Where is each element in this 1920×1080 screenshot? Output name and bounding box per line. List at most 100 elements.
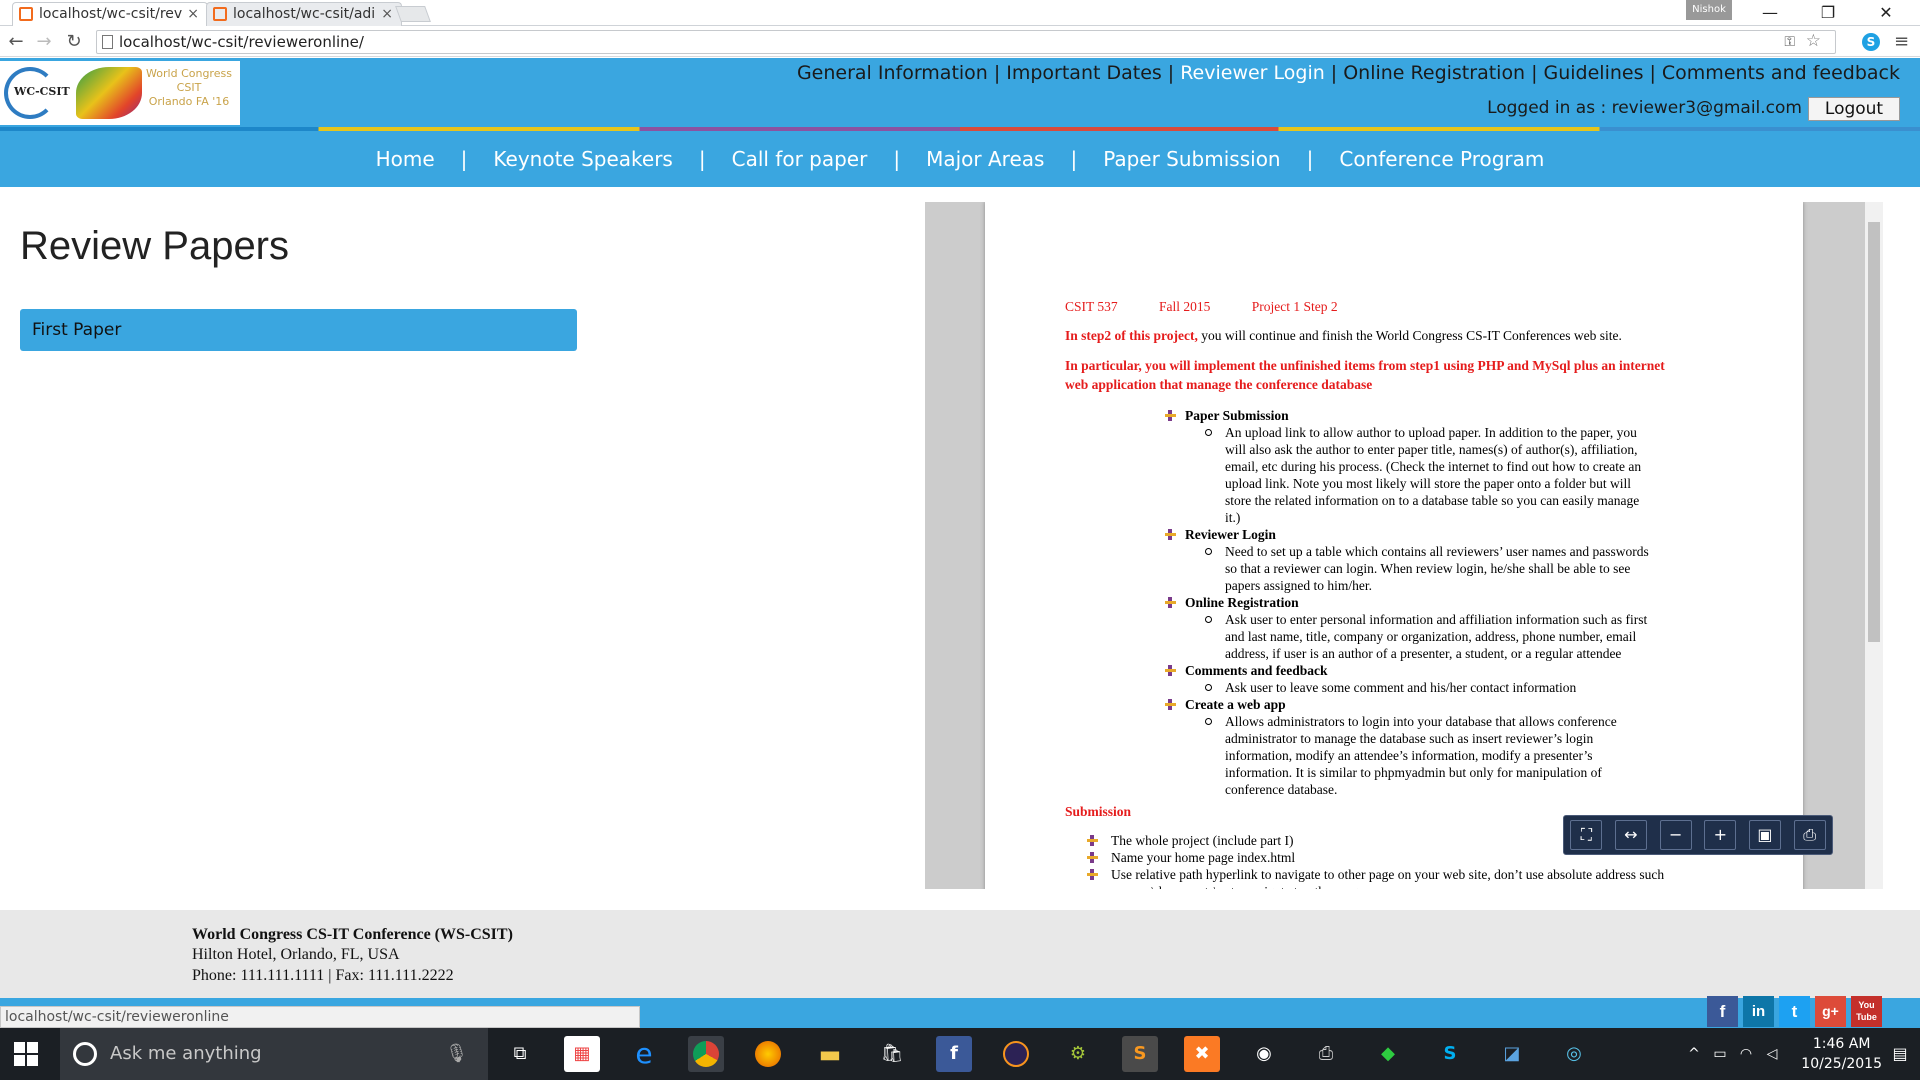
pdf-item-line: will also ask the author to enter paper … xyxy=(1225,442,1638,457)
tab-close-icon[interactable]: × xyxy=(381,3,393,25)
browser-tab-active[interactable]: localhost/wc-csit/rev × xyxy=(12,2,208,26)
key-icon[interactable]: ⚿ xyxy=(1784,31,1795,53)
printer-app-icon[interactable]: ⎙ xyxy=(1308,1036,1344,1072)
minimize-icon[interactable]: — xyxy=(1748,2,1792,24)
close-window-icon[interactable]: ✕ xyxy=(1864,2,1908,24)
pdf-sub-bullet-icon xyxy=(1205,718,1212,725)
pdf-bullet-icon xyxy=(1165,410,1176,421)
eclipse-icon[interactable] xyxy=(998,1036,1034,1072)
restore-icon[interactable]: ❐ xyxy=(1806,2,1850,24)
nav-paper-submission[interactable]: Paper Submission xyxy=(1103,147,1280,171)
browser-tab[interactable]: localhost/wc-csit/adi × xyxy=(206,2,402,26)
pdf-scrollbar-thumb[interactable] xyxy=(1868,222,1880,642)
logo-abbr: WC-CSIT xyxy=(14,85,70,98)
feedly-icon[interactable]: ◆ xyxy=(1370,1036,1406,1072)
skype-icon[interactable]: S xyxy=(1432,1036,1468,1072)
pdf-item-line: and last name, title, company or organiz… xyxy=(1225,629,1637,644)
windows-taskbar: Ask me anything 🎙 ⧉ ▦ e ▬ 🛍 f ⚙ S ✖ ◉ ⎙ … xyxy=(0,1028,1920,1080)
facebook-icon[interactable]: f xyxy=(1707,996,1738,1027)
firefox-icon[interactable] xyxy=(750,1036,786,1072)
google-plus-icon[interactable]: g+ xyxy=(1815,996,1846,1027)
site-logo[interactable]: WC-CSIT World Congress CSIT Orlando FA '… xyxy=(0,61,240,125)
edge-browser-icon[interactable]: e xyxy=(626,1036,662,1072)
pdf-particular-line: In particular, you will implement the un… xyxy=(1065,358,1665,373)
linkedin-icon[interactable]: in xyxy=(1743,996,1774,1027)
nav-separator: | xyxy=(1306,147,1314,171)
pdf-bullet-icon xyxy=(1165,699,1176,710)
paper-list-item[interactable]: First Paper xyxy=(20,309,577,351)
profile-button[interactable]: Nishok xyxy=(1686,0,1732,20)
pdf-bullet-icon xyxy=(1165,597,1176,608)
nav-reviewer-login[interactable]: Reviewer Login xyxy=(1180,62,1325,84)
microphone-icon[interactable]: 🎙 xyxy=(445,1028,468,1080)
tab-title: localhost/wc-csit/adi xyxy=(233,6,376,22)
save-icon[interactable]: ▣ xyxy=(1748,820,1781,850)
nav-call-for-paper[interactable]: Call for paper xyxy=(732,147,868,171)
android-studio-icon[interactable]: ⚙ xyxy=(1060,1036,1096,1072)
fit-width-icon[interactable]: ↔ xyxy=(1614,820,1647,850)
new-tab-button[interactable] xyxy=(395,6,431,22)
logo-line: World Congress xyxy=(146,67,232,80)
chrome-icon[interactable] xyxy=(688,1036,724,1072)
pdf-item-line: so that a reviewer can login. When revie… xyxy=(1225,561,1631,576)
pdf-sub-bullet-icon xyxy=(1205,684,1212,691)
app-grid-icon[interactable]: ▦ xyxy=(564,1036,600,1072)
youtube-icon[interactable]: You Tube xyxy=(1851,996,1882,1027)
pdf-item-title: Comments and feedback xyxy=(1185,663,1328,678)
skype-extension-icon[interactable]: S xyxy=(1862,33,1880,51)
pdf-intro: In step2 of this project, you will conti… xyxy=(1065,327,1622,344)
fit-page-icon[interactable]: ⛶ xyxy=(1570,820,1603,850)
nav-separator: | xyxy=(893,147,901,171)
nav-guidelines[interactable]: Guidelines xyxy=(1544,62,1644,84)
zoom-out-icon[interactable]: − xyxy=(1659,820,1692,850)
file-explorer-icon[interactable]: ▬ xyxy=(812,1036,848,1072)
mysql-workbench-icon[interactable]: ◪ xyxy=(1494,1036,1530,1072)
pdf-intro-red: In step2 of this project, xyxy=(1065,328,1198,343)
github-icon[interactable]: ◉ xyxy=(1246,1036,1282,1072)
notification-icon[interactable]: ▤ xyxy=(1882,1036,1918,1072)
nav-home[interactable]: Home xyxy=(376,147,435,171)
cortana-search-box[interactable]: Ask me anything 🎙 xyxy=(60,1028,488,1080)
pdf-item-line: information. It is similar to phpmyadmin… xyxy=(1225,765,1602,780)
pdf-item-line: An upload link to allow author to upload… xyxy=(1225,425,1637,440)
pdf-bullet-icon xyxy=(1165,529,1176,540)
nav-major-areas[interactable]: Major Areas xyxy=(926,147,1044,171)
nav-online-registration[interactable]: Online Registration xyxy=(1343,62,1525,84)
browser-tab-strip: localhost/wc-csit/rev × localhost/wc-csi… xyxy=(0,0,1920,26)
nav-general-information[interactable]: General Information xyxy=(797,62,988,84)
pdf-item-line: Allows administrators to login into your… xyxy=(1225,714,1617,729)
pdf-toolbar: ⛶ ↔ − + ▣ ⎙ xyxy=(1563,815,1833,855)
windows-start-icon[interactable] xyxy=(14,1042,38,1066)
twitter-icon[interactable]: t xyxy=(1779,996,1810,1027)
back-arrow-icon[interactable]: ← xyxy=(4,29,28,55)
address-bar[interactable]: localhost/wc-csit/revieweronline/ ⚿ ☆ xyxy=(96,30,1836,54)
nav-separator: | xyxy=(460,147,468,171)
network-app-icon[interactable]: ◎ xyxy=(1556,1036,1592,1072)
print-icon[interactable]: ⎙ xyxy=(1793,820,1826,850)
clock-time: 1:46 AM xyxy=(1812,1036,1871,1052)
zoom-in-icon[interactable]: + xyxy=(1704,820,1737,850)
store-icon[interactable]: 🛍 xyxy=(874,1036,910,1072)
social-links: f in t g+ You Tube xyxy=(1707,996,1882,1027)
nav-important-dates[interactable]: Important Dates xyxy=(1006,62,1162,84)
tab-close-icon[interactable]: × xyxy=(187,3,199,25)
xampp-icon[interactable]: ✖ xyxy=(1184,1036,1220,1072)
chrome-menu-icon[interactable]: ≡ xyxy=(1894,31,1909,52)
sublime-text-icon[interactable]: S xyxy=(1122,1036,1158,1072)
reload-icon[interactable]: ↻ xyxy=(62,29,86,55)
bookmark-star-icon[interactable]: ☆ xyxy=(1806,30,1821,52)
logout-button[interactable]: Logout xyxy=(1808,97,1900,121)
logo-line: CSIT xyxy=(176,81,202,94)
pdf-term: Fall 2015 xyxy=(1159,299,1211,314)
nav-keynote-speakers[interactable]: Keynote Speakers xyxy=(493,147,672,171)
forward-arrow-icon[interactable]: → xyxy=(32,29,56,55)
pdf-viewer[interactable]: CSIT 537 Fall 2015 Project 1 Step 2 In s… xyxy=(925,202,1883,889)
nav-conference-program[interactable]: Conference Program xyxy=(1339,147,1544,171)
system-clock[interactable]: 1:46 AM 10/25/2015 xyxy=(1801,1034,1882,1074)
pdf-sub-bullet-icon xyxy=(1205,548,1212,555)
nav-comments-feedback[interactable]: Comments and feedback xyxy=(1662,62,1900,84)
facebook-app-icon[interactable]: f xyxy=(936,1036,972,1072)
volume-icon[interactable]: ◁ xyxy=(1754,1036,1790,1072)
address-url: localhost/wc-csit/revieweronline/ xyxy=(119,33,364,51)
task-view-icon[interactable]: ⧉ xyxy=(502,1036,538,1072)
